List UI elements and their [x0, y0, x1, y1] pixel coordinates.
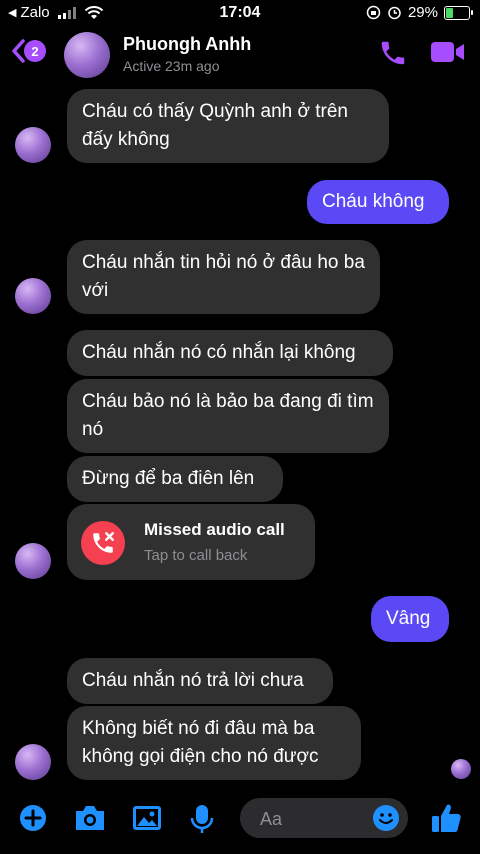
outgoing-message[interactable]: Vâng	[371, 596, 449, 642]
composer-bar	[0, 790, 480, 854]
missed-call-subtitle: Tap to call back	[144, 547, 248, 564]
video-call-button[interactable]	[430, 40, 466, 69]
thumbs-up-icon	[432, 804, 461, 832]
camera-icon	[76, 806, 104, 830]
back-button[interactable]: 2	[10, 38, 46, 64]
incoming-message[interactable]: Không biết nó đi đâu mà ba không gọi điệ…	[67, 706, 361, 780]
battery-icon	[444, 5, 473, 20]
contact-name[interactable]: Phuongh Anhh	[123, 34, 251, 55]
message-input-container	[240, 798, 408, 840]
battery-percent: 29%	[407, 4, 438, 21]
missed-call-icon-circle	[81, 521, 125, 565]
contact-active-status: Active 23m ago	[123, 58, 220, 74]
audio-call-button[interactable]	[378, 38, 408, 73]
camera-button[interactable]	[73, 804, 107, 837]
image-icon	[133, 806, 161, 830]
missed-call-title: Missed audio call	[144, 520, 285, 539]
message-avatar	[15, 744, 51, 780]
incoming-message[interactable]: Cháu nhắn tin hỏi nó ở đâu ho ba với	[67, 240, 380, 314]
emoji-icon	[373, 805, 399, 831]
more-actions-button[interactable]	[19, 804, 47, 837]
status-bar: ◀ Zalo 17:04 29%	[0, 0, 480, 28]
missed-call-icon	[93, 532, 114, 553]
incoming-message[interactable]: Cháu có thấy Quỳnh anh ở trên đấy không	[67, 89, 389, 163]
message-avatar	[15, 543, 51, 579]
incoming-message[interactable]: Đừng để ba điên lên	[67, 456, 283, 502]
emoji-button[interactable]	[372, 804, 400, 837]
gallery-button[interactable]	[131, 804, 163, 837]
video-camera-icon	[431, 42, 464, 62]
message-avatar	[15, 127, 51, 163]
message-avatar	[15, 278, 51, 314]
incoming-message[interactable]: Cháu bảo nó là bảo ba đang đi tìm nó	[67, 379, 389, 453]
incoming-message[interactable]: Cháu nhắn nó trả lời chưa	[67, 658, 333, 704]
incoming-message[interactable]: Cháu nhắn nó có nhắn lại không	[67, 330, 393, 376]
message-input[interactable]	[258, 798, 362, 840]
like-button[interactable]	[430, 802, 462, 839]
plus-icon	[20, 805, 46, 831]
phone-icon	[381, 41, 405, 65]
conversation-header: 2 Phuongh Anhh Active 23m ago	[0, 28, 480, 80]
missed-call-card[interactable]: Missed audio call Tap to call back	[67, 504, 315, 580]
outgoing-message[interactable]: Cháu không	[307, 180, 449, 224]
read-receipt-avatar	[451, 759, 471, 779]
contact-avatar[interactable]	[64, 32, 110, 78]
voice-message-button[interactable]	[190, 804, 214, 839]
alarm-icon	[388, 6, 401, 20]
orientation-lock-icon	[366, 5, 381, 20]
unread-count-badge: 2	[24, 40, 46, 62]
microphone-icon	[190, 805, 214, 833]
